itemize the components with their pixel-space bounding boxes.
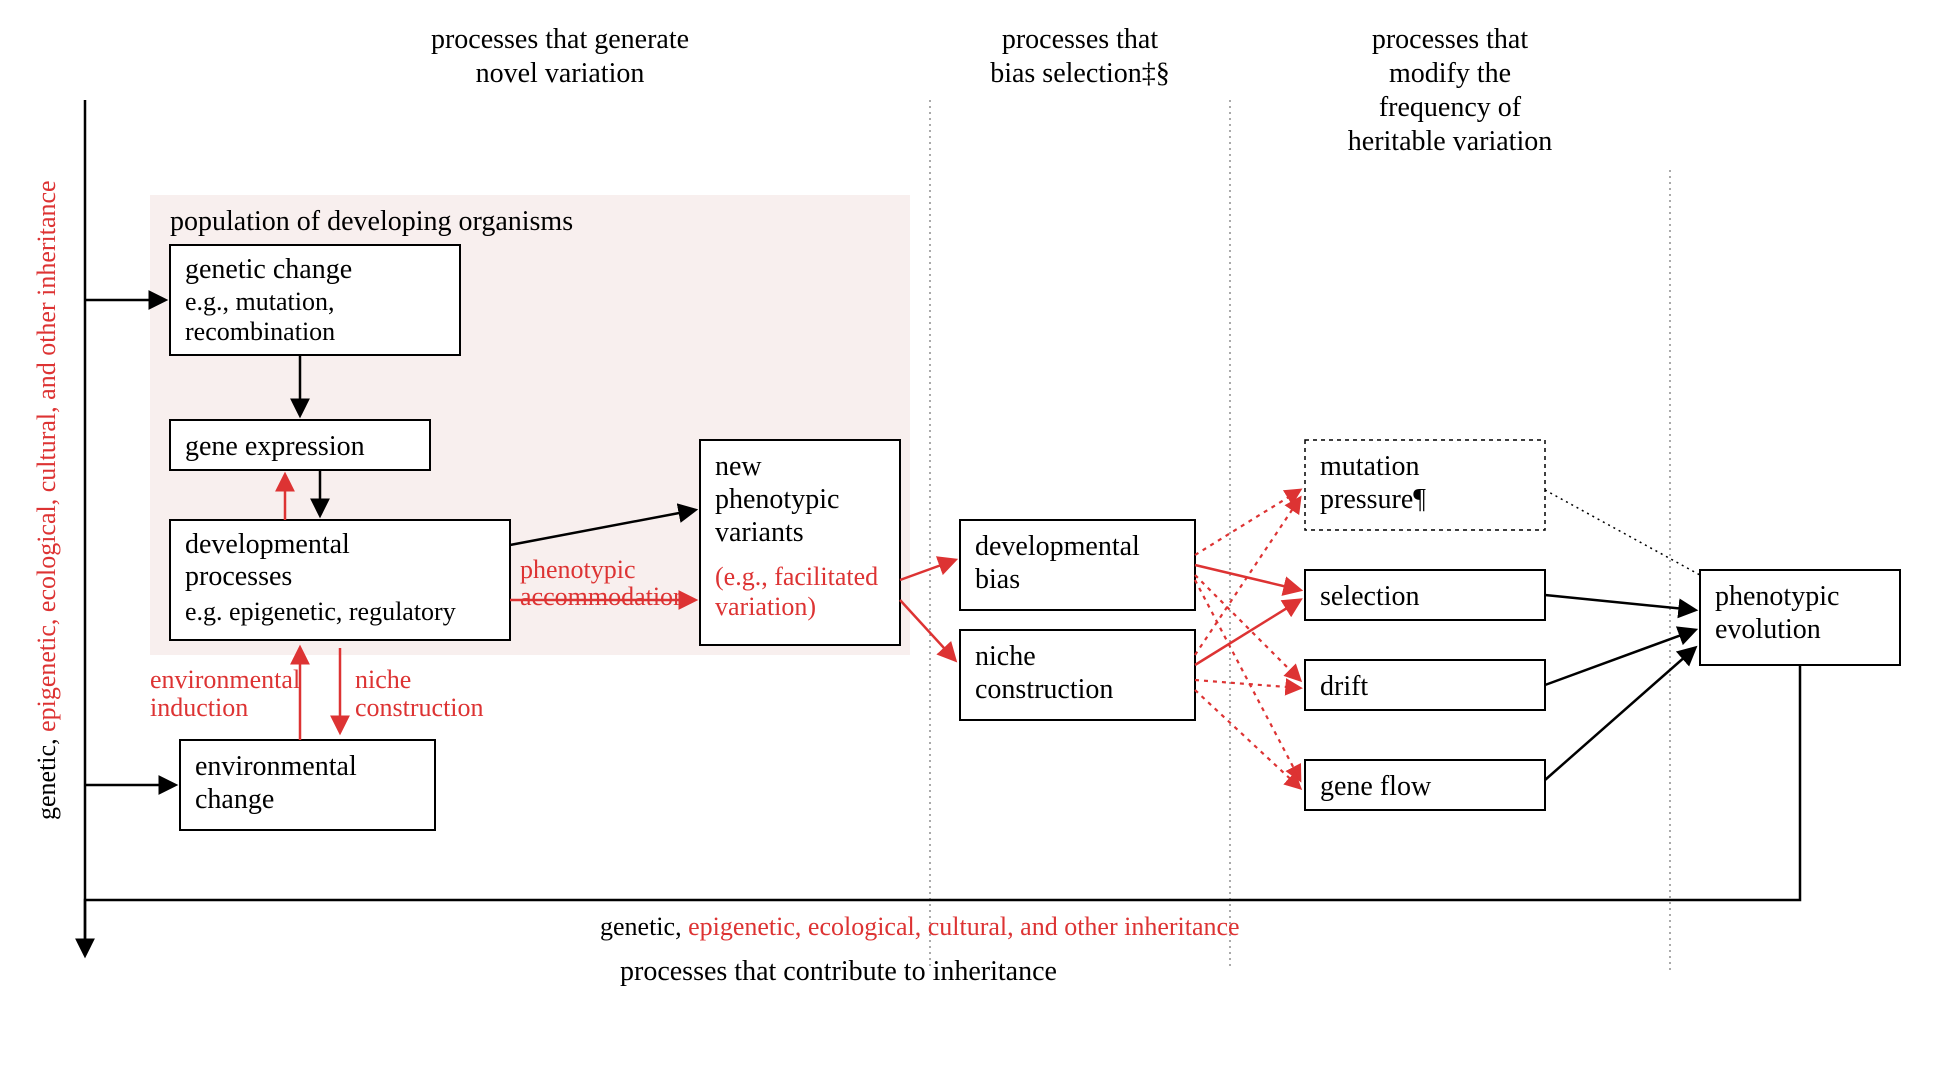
svg-text:e.g., mutation,: e.g., mutation, [185,287,334,316]
population-title: population of developing organisms [170,206,573,237]
svg-text:evolution: evolution [1715,614,1821,645]
svg-text:genetic change: genetic change [185,254,352,285]
header-col3: processes thatmodify thefrequency ofheri… [1348,24,1552,157]
svg-text:gene expression: gene expression [185,431,365,462]
svg-text:developmental: developmental [975,531,1140,562]
svg-text:variants: variants [715,517,804,548]
svg-text:gene flow: gene flow [1320,771,1432,802]
svg-text:mutation: mutation [1320,451,1420,482]
box-phenotypic-evolution: phenotypic evolution [1700,570,1900,665]
svg-text:bias: bias [975,564,1020,595]
svg-text:construction: construction [975,674,1113,705]
svg-text:phenotypic: phenotypic [715,484,839,515]
svg-text:drift: drift [1320,671,1368,702]
svg-text:new: new [715,451,762,482]
box-gene-flow: gene flow [1305,760,1545,810]
box-mutation-pressure: mutation pressure¶ [1305,440,1545,530]
header-col2: processes thatbias selection‡§ [990,24,1170,89]
box-new-variants: new phenotypic variants (e.g., facilitat… [700,440,900,645]
svg-text:change: change [195,784,274,815]
box-env-change: environmental change [180,740,435,830]
svg-text:processes: processes [185,561,292,592]
box-drift: drift [1305,660,1545,710]
label-env-induction: environmentalinduction [150,665,300,722]
svg-text:pressure¶: pressure¶ [1320,484,1426,515]
label-niche-construction: nicheconstruction [355,665,484,722]
bottom-inheritance: genetic, epigenetic, ecological, cultura… [600,912,1240,941]
svg-text:recombination: recombination [185,317,335,346]
box-niche-construction: niche construction [960,630,1195,720]
left-inheritance: genetic, epigenetic, ecological, cultura… [32,180,61,820]
svg-text:phenotypic: phenotypic [1715,581,1839,612]
dotted-arrows [1195,490,1300,788]
svg-text:niche: niche [975,641,1036,672]
svg-text:(e.g., facilitated: (e.g., facilitated [715,562,878,591]
svg-text:selection: selection [1320,581,1420,612]
arrow-mutpress-to-pheno [1545,490,1700,575]
arrows-to-pheno [1545,595,1695,780]
box-genetic-change: genetic change e.g., mutation, recombina… [170,245,460,355]
svg-text:variation): variation) [715,592,816,621]
svg-text:environmental: environmental [195,751,357,782]
box-selection: selection [1305,570,1545,620]
bottom-caption: processes that contribute to inheritance [620,956,1057,987]
box-dev-processes: developmental processes e.g. epigenetic,… [170,520,510,640]
svg-text:developmental: developmental [185,529,350,560]
box-dev-bias: developmental bias [960,520,1195,610]
box-gene-expression: gene expression [170,420,430,470]
svg-text:e.g. epigenetic, regulatory: e.g. epigenetic, regulatory [185,597,456,626]
header-col1: processes that generatenovel variation [431,24,689,89]
